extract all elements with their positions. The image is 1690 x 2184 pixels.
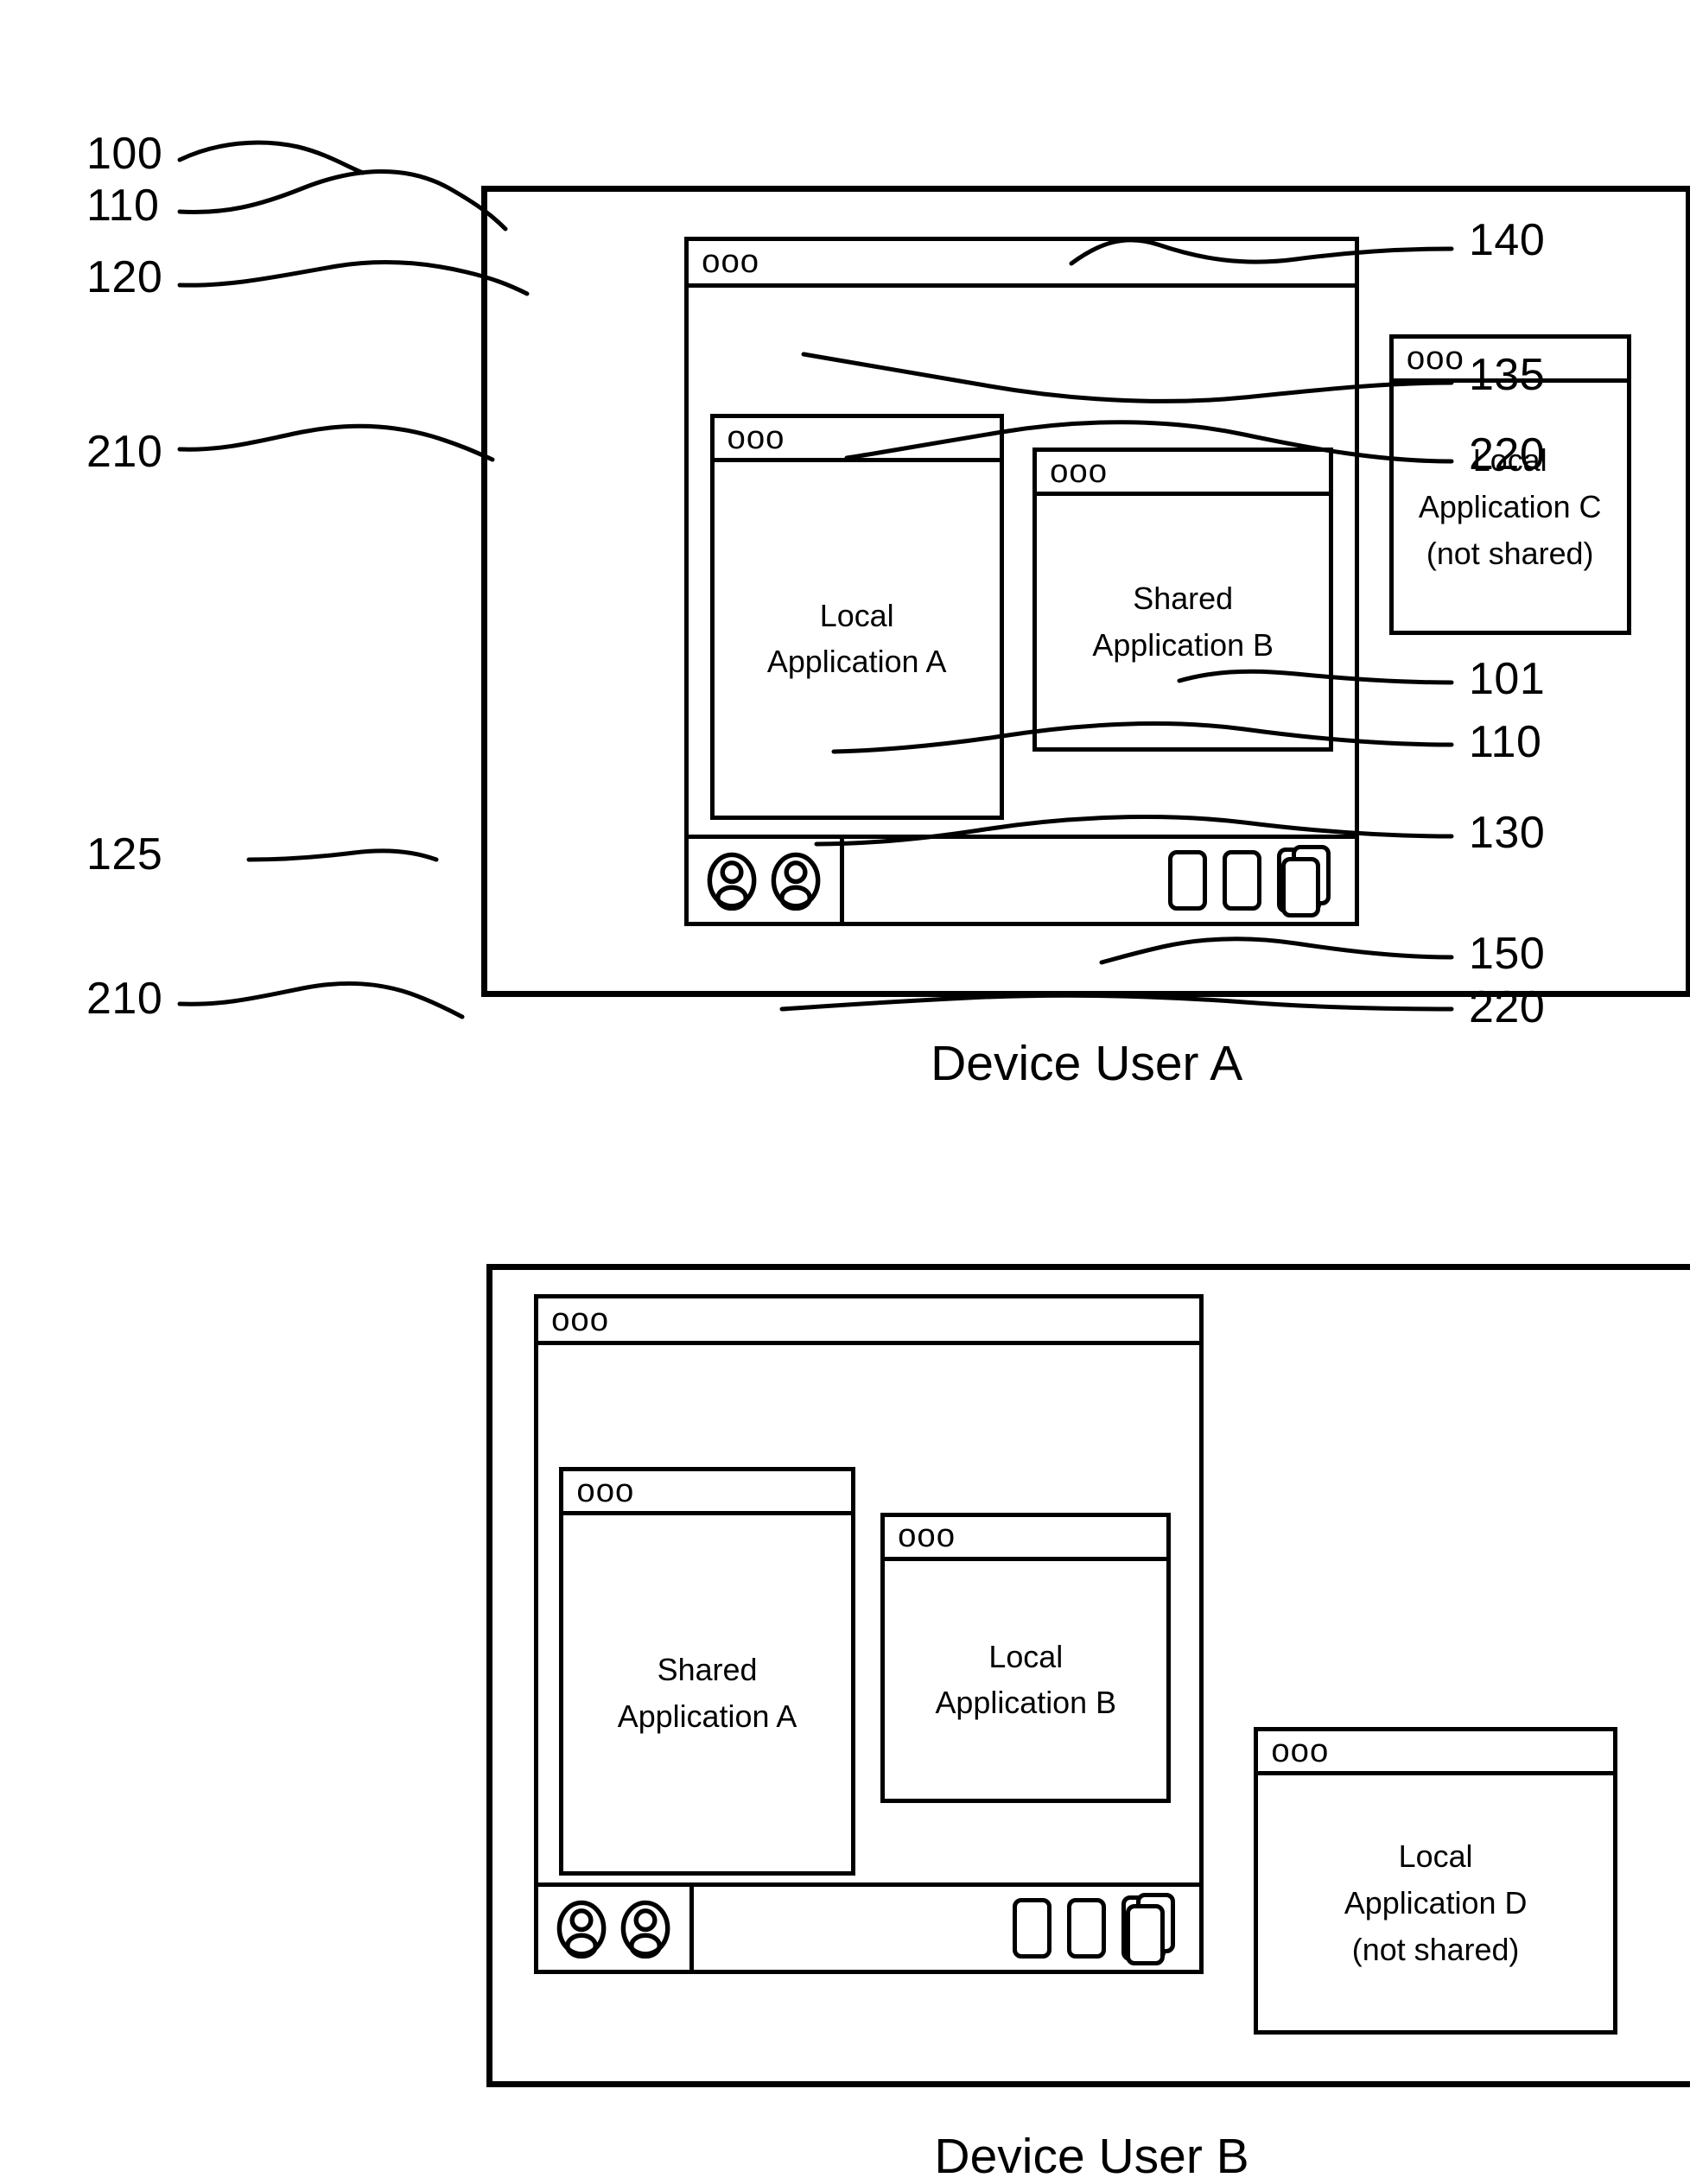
device-a-window-local-application-a[interactable]: ooo Local Application A <box>709 414 1004 820</box>
app-chip[interactable] <box>1168 849 1208 911</box>
leader-100 <box>177 140 365 175</box>
user-icon[interactable] <box>705 850 759 911</box>
ref-110-a: 110 <box>86 181 160 231</box>
titlebar: ooo <box>1037 452 1330 497</box>
leader-110-a <box>177 169 508 232</box>
leader-125 <box>246 848 439 862</box>
ref-100: 100 <box>86 129 163 179</box>
device-a-taskbar-user-area[interactable] <box>689 839 844 922</box>
user-icon[interactable] <box>619 1898 672 1959</box>
window-dots-icon: ooo <box>1050 453 1109 491</box>
leader-120 <box>177 260 530 296</box>
ref-120: 120 <box>86 252 163 302</box>
device-b-taskbar-user-area[interactable] <box>538 1886 694 1970</box>
device-a-taskbar-app-area[interactable] <box>844 839 1355 922</box>
leader-220-b <box>779 993 1454 1012</box>
titlebar: ooo <box>563 1470 851 1515</box>
app-chip-stacked[interactable] <box>1121 1892 1176 1965</box>
window-dots-icon: ooo <box>576 1471 635 1509</box>
app-chip[interactable] <box>1013 1897 1052 1959</box>
ref-140: 140 <box>1469 215 1546 265</box>
user-icon[interactable] <box>769 850 823 911</box>
device-a-caption: Device User A <box>931 1035 1243 1091</box>
window-dots-icon: ooo <box>727 419 785 457</box>
device-b-window-local-application-d[interactable]: ooo Local Application D (not shared) <box>1254 1727 1617 2035</box>
window-body: Shared Application A <box>563 1515 850 1871</box>
ref-101: 101 <box>1469 654 1546 704</box>
device-a-taskbar[interactable] <box>684 835 1359 926</box>
ref-130: 130 <box>1469 808 1546 858</box>
titlebar: ooo <box>885 1516 1167 1561</box>
window-dots-icon: ooo <box>702 243 760 281</box>
app-chip-front <box>1126 1904 1166 1965</box>
device-b-window-local-application-b[interactable]: ooo Local Application B <box>880 1512 1172 1804</box>
device-b-caption: Device User B <box>934 2129 1249 2184</box>
leader-210-a <box>177 423 495 462</box>
window-label: Shared Application A <box>617 1652 797 1735</box>
app-chip[interactable] <box>1067 1897 1107 1959</box>
device-b-window-shared-application-a[interactable]: ooo Shared Application A <box>559 1466 855 1876</box>
window-body: Local Application A <box>715 462 1000 815</box>
ref-220-b: 220 <box>1469 982 1546 1032</box>
app-chip-front <box>1281 856 1321 917</box>
window-dots-icon: ooo <box>1406 340 1464 378</box>
user-icon[interactable] <box>555 1898 608 1959</box>
window-dots-icon: ooo <box>898 1517 956 1555</box>
ref-150: 150 <box>1469 929 1546 979</box>
window-label: Local Application B <box>935 1638 1117 1721</box>
window-dots-icon: ooo <box>1271 1731 1330 1769</box>
window-label: Shared Application B <box>1092 581 1274 663</box>
ref-110-b: 110 <box>1469 717 1542 767</box>
titlebar: ooo <box>689 240 1355 288</box>
ref-210-a: 210 <box>86 427 163 477</box>
ref-125: 125 <box>86 829 163 879</box>
window-body: Local Application B <box>885 1561 1166 1799</box>
titlebar: ooo <box>1258 1731 1613 1776</box>
window-label: Local Application D (not shared) <box>1344 1838 1528 1967</box>
window-body: Local Application C (not shared) <box>1394 383 1627 631</box>
app-chip[interactable] <box>1223 849 1262 911</box>
device-a-window-shared-application-b[interactable]: ooo Shared Application B <box>1032 448 1334 752</box>
app-chip-stacked[interactable] <box>1277 845 1331 917</box>
ref-220-a: 220 <box>1469 429 1546 479</box>
leader-210-b <box>177 981 465 1019</box>
ref-135: 135 <box>1469 350 1546 400</box>
device-b-taskbar-app-area[interactable] <box>694 1887 1199 1970</box>
device-b-taskbar[interactable] <box>534 1882 1204 1974</box>
window-label: Local Application A <box>766 597 947 680</box>
titlebar: ooo <box>538 1298 1199 1346</box>
patent-figure: ooo ooo Local Application A ooo Shared A… <box>0 0 1690 2181</box>
window-body: Local Application D (not shared) <box>1258 1775 1613 2030</box>
ref-210-b: 210 <box>86 974 163 1024</box>
window-dots-icon: ooo <box>551 1300 610 1338</box>
window-body: Shared Application B <box>1037 496 1329 747</box>
titlebar: ooo <box>714 418 1000 463</box>
